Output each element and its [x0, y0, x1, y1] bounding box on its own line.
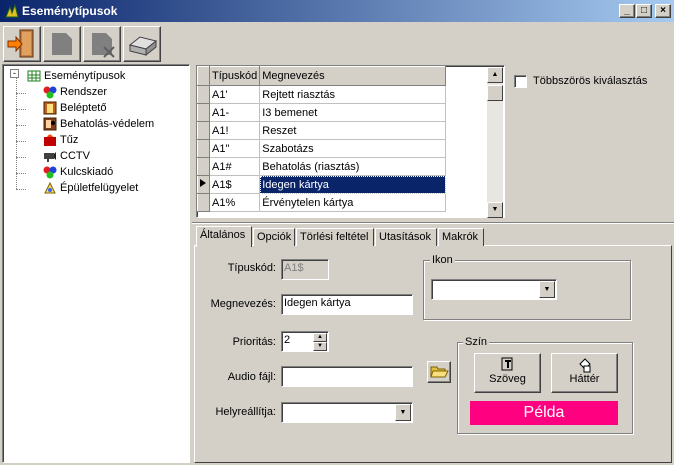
tab-altalanos[interactable]: Általános — [196, 226, 252, 247]
audio-file-field[interactable] — [281, 366, 413, 387]
background-color-button[interactable]: Háttér — [551, 353, 618, 393]
text-color-button[interactable]: Szöveg — [474, 353, 541, 393]
prioritas-label: Prioritás: — [232, 336, 276, 348]
cell-code[interactable]: A1% — [209, 193, 261, 212]
color-preview: Példa — [470, 401, 618, 425]
hatter-button-label: Háttér — [569, 373, 600, 385]
current-row-arrow-icon — [200, 179, 206, 187]
cell-name[interactable]: Idegen kártya — [259, 175, 447, 194]
ikon-group-label: Ikon — [430, 254, 455, 266]
cell-name[interactable]: Behatolás (riasztás) — [259, 157, 447, 176]
scroll-thumb[interactable] — [487, 85, 503, 101]
cell-code[interactable]: A1# — [209, 157, 261, 176]
helyreallitja-label: Helyreállítja: — [215, 406, 276, 418]
browse-file-button[interactable] — [427, 361, 451, 383]
prioritas-value: 2 — [284, 334, 291, 346]
stepper-up-button[interactable]: ▲ — [313, 333, 327, 342]
intrusion-icon — [43, 117, 57, 131]
szoveg-button-label: Szöveg — [489, 373, 526, 385]
ikon-dropdown[interactable]: ▼ — [431, 279, 557, 300]
cell-name[interactable]: Rejtett riasztás — [259, 85, 447, 104]
chevron-down-icon[interactable]: ▼ — [395, 404, 411, 421]
audio-label: Audio fájl: — [227, 371, 276, 383]
exit-button[interactable] — [3, 26, 41, 62]
grid-folder-icon — [27, 70, 41, 82]
cell-name[interactable]: I3 bemenet — [259, 103, 447, 122]
title-bar: Eseménytípusok _ □ × — [0, 0, 674, 22]
row-indicator — [197, 193, 210, 212]
table-row[interactable]: A1% Érvénytelen kártya — [197, 193, 447, 212]
collapse-toggle[interactable]: - — [10, 69, 19, 78]
new-record-icon — [52, 33, 72, 55]
table-row[interactable]: A1# Behatolás (riasztás) — [197, 157, 447, 176]
row-indicator — [197, 121, 210, 140]
cell-code[interactable]: A1! — [209, 121, 261, 140]
stepper-down-button[interactable]: ▼ — [313, 342, 327, 351]
camera-icon — [44, 152, 56, 162]
cell-name[interactable]: Reszet — [259, 121, 447, 140]
text-color-icon — [501, 357, 512, 371]
close-button[interactable]: × — [655, 4, 671, 18]
tipuskod-label: Típuskód: — [227, 262, 276, 274]
tab-opciok[interactable]: Opciók — [253, 228, 295, 246]
grid-header-row: Típuskód Megnevezés — [197, 66, 447, 86]
colorful-balls-icon — [43, 166, 57, 179]
tipuskod-field[interactable]: A1$ — [281, 259, 329, 280]
paint-bucket-icon — [578, 358, 591, 373]
printer-icon — [128, 36, 158, 57]
exit-door-icon — [7, 29, 34, 58]
cell-code[interactable]: A1" — [209, 139, 261, 158]
colorful-balls-icon — [43, 86, 57, 99]
fire-icon — [44, 134, 56, 146]
scroll-down-button[interactable]: ▼ — [487, 202, 503, 218]
row-indicator-current — [197, 175, 210, 194]
tab-makrok[interactable]: Makrók — [438, 228, 484, 246]
row-indicator — [197, 139, 210, 158]
table-row[interactable]: A1! Reszet — [197, 121, 447, 140]
column-header-megnevezes[interactable]: Megnevezés — [259, 66, 447, 86]
print-button[interactable] — [123, 26, 161, 62]
prioritas-stepper[interactable]: 2 ▲ ▼ — [281, 331, 329, 352]
grid-corner-cell — [197, 66, 210, 86]
cell-code[interactable]: A1- — [209, 103, 261, 122]
event-type-tree[interactable]: Eseménytípusok Rendszer Beléptető Behato… — [2, 64, 190, 463]
tab-utasitasok[interactable]: Utasítások — [375, 228, 437, 246]
cell-name[interactable]: Szabotázs — [259, 139, 447, 158]
scroll-up-button[interactable]: ▲ — [487, 67, 503, 83]
cell-code[interactable]: A1$ — [209, 175, 261, 194]
new-record-button[interactable] — [43, 26, 81, 62]
door-access-icon — [43, 101, 57, 115]
table-row[interactable]: A1" Szabotázs — [197, 139, 447, 158]
row-indicator — [197, 85, 210, 104]
table-row[interactable]: A1- I3 bemenet — [197, 103, 447, 122]
window-title: Eseménytípusok — [22, 4, 118, 18]
cell-name[interactable]: Érvénytelen kártya — [259, 193, 447, 212]
tab-torlesi-feltetel[interactable]: Törlési feltétel — [296, 228, 374, 246]
app-icon — [5, 3, 19, 18]
megnevezes-label: Megnevezés: — [210, 298, 276, 310]
delete-record-button[interactable] — [83, 26, 121, 62]
maximize-button[interactable]: □ — [636, 4, 652, 18]
chevron-down-icon[interactable]: ▼ — [539, 281, 555, 298]
table-row-selected[interactable]: A1$ Idegen kártya — [197, 175, 447, 194]
cell-code[interactable]: A1' — [209, 85, 261, 104]
minimize-button[interactable]: _ — [619, 4, 635, 18]
megnevezes-field[interactable]: Idegen kártya — [281, 294, 413, 315]
grid-vertical-scrollbar[interactable]: ▲ ▼ — [487, 67, 503, 218]
multi-select-checkbox[interactable] — [514, 75, 527, 88]
event-type-grid[interactable]: Típuskód Megnevezés A1' Rejtett riasztás… — [196, 65, 505, 218]
open-folder-icon — [430, 366, 449, 378]
delete-record-icon — [92, 33, 115, 58]
helyreallitja-dropdown[interactable]: ▼ — [281, 402, 413, 423]
row-indicator — [197, 157, 210, 176]
table-row[interactable]: A1' Rejtett riasztás — [197, 85, 447, 104]
row-indicator — [197, 103, 210, 122]
splitter[interactable] — [192, 222, 674, 224]
szin-group-label: Szín — [463, 336, 490, 348]
column-header-tipuskod[interactable]: Típuskód — [208, 66, 261, 86]
multi-select-label: Többszörös kiválasztás — [533, 75, 648, 87]
building-monitor-icon — [44, 181, 56, 194]
